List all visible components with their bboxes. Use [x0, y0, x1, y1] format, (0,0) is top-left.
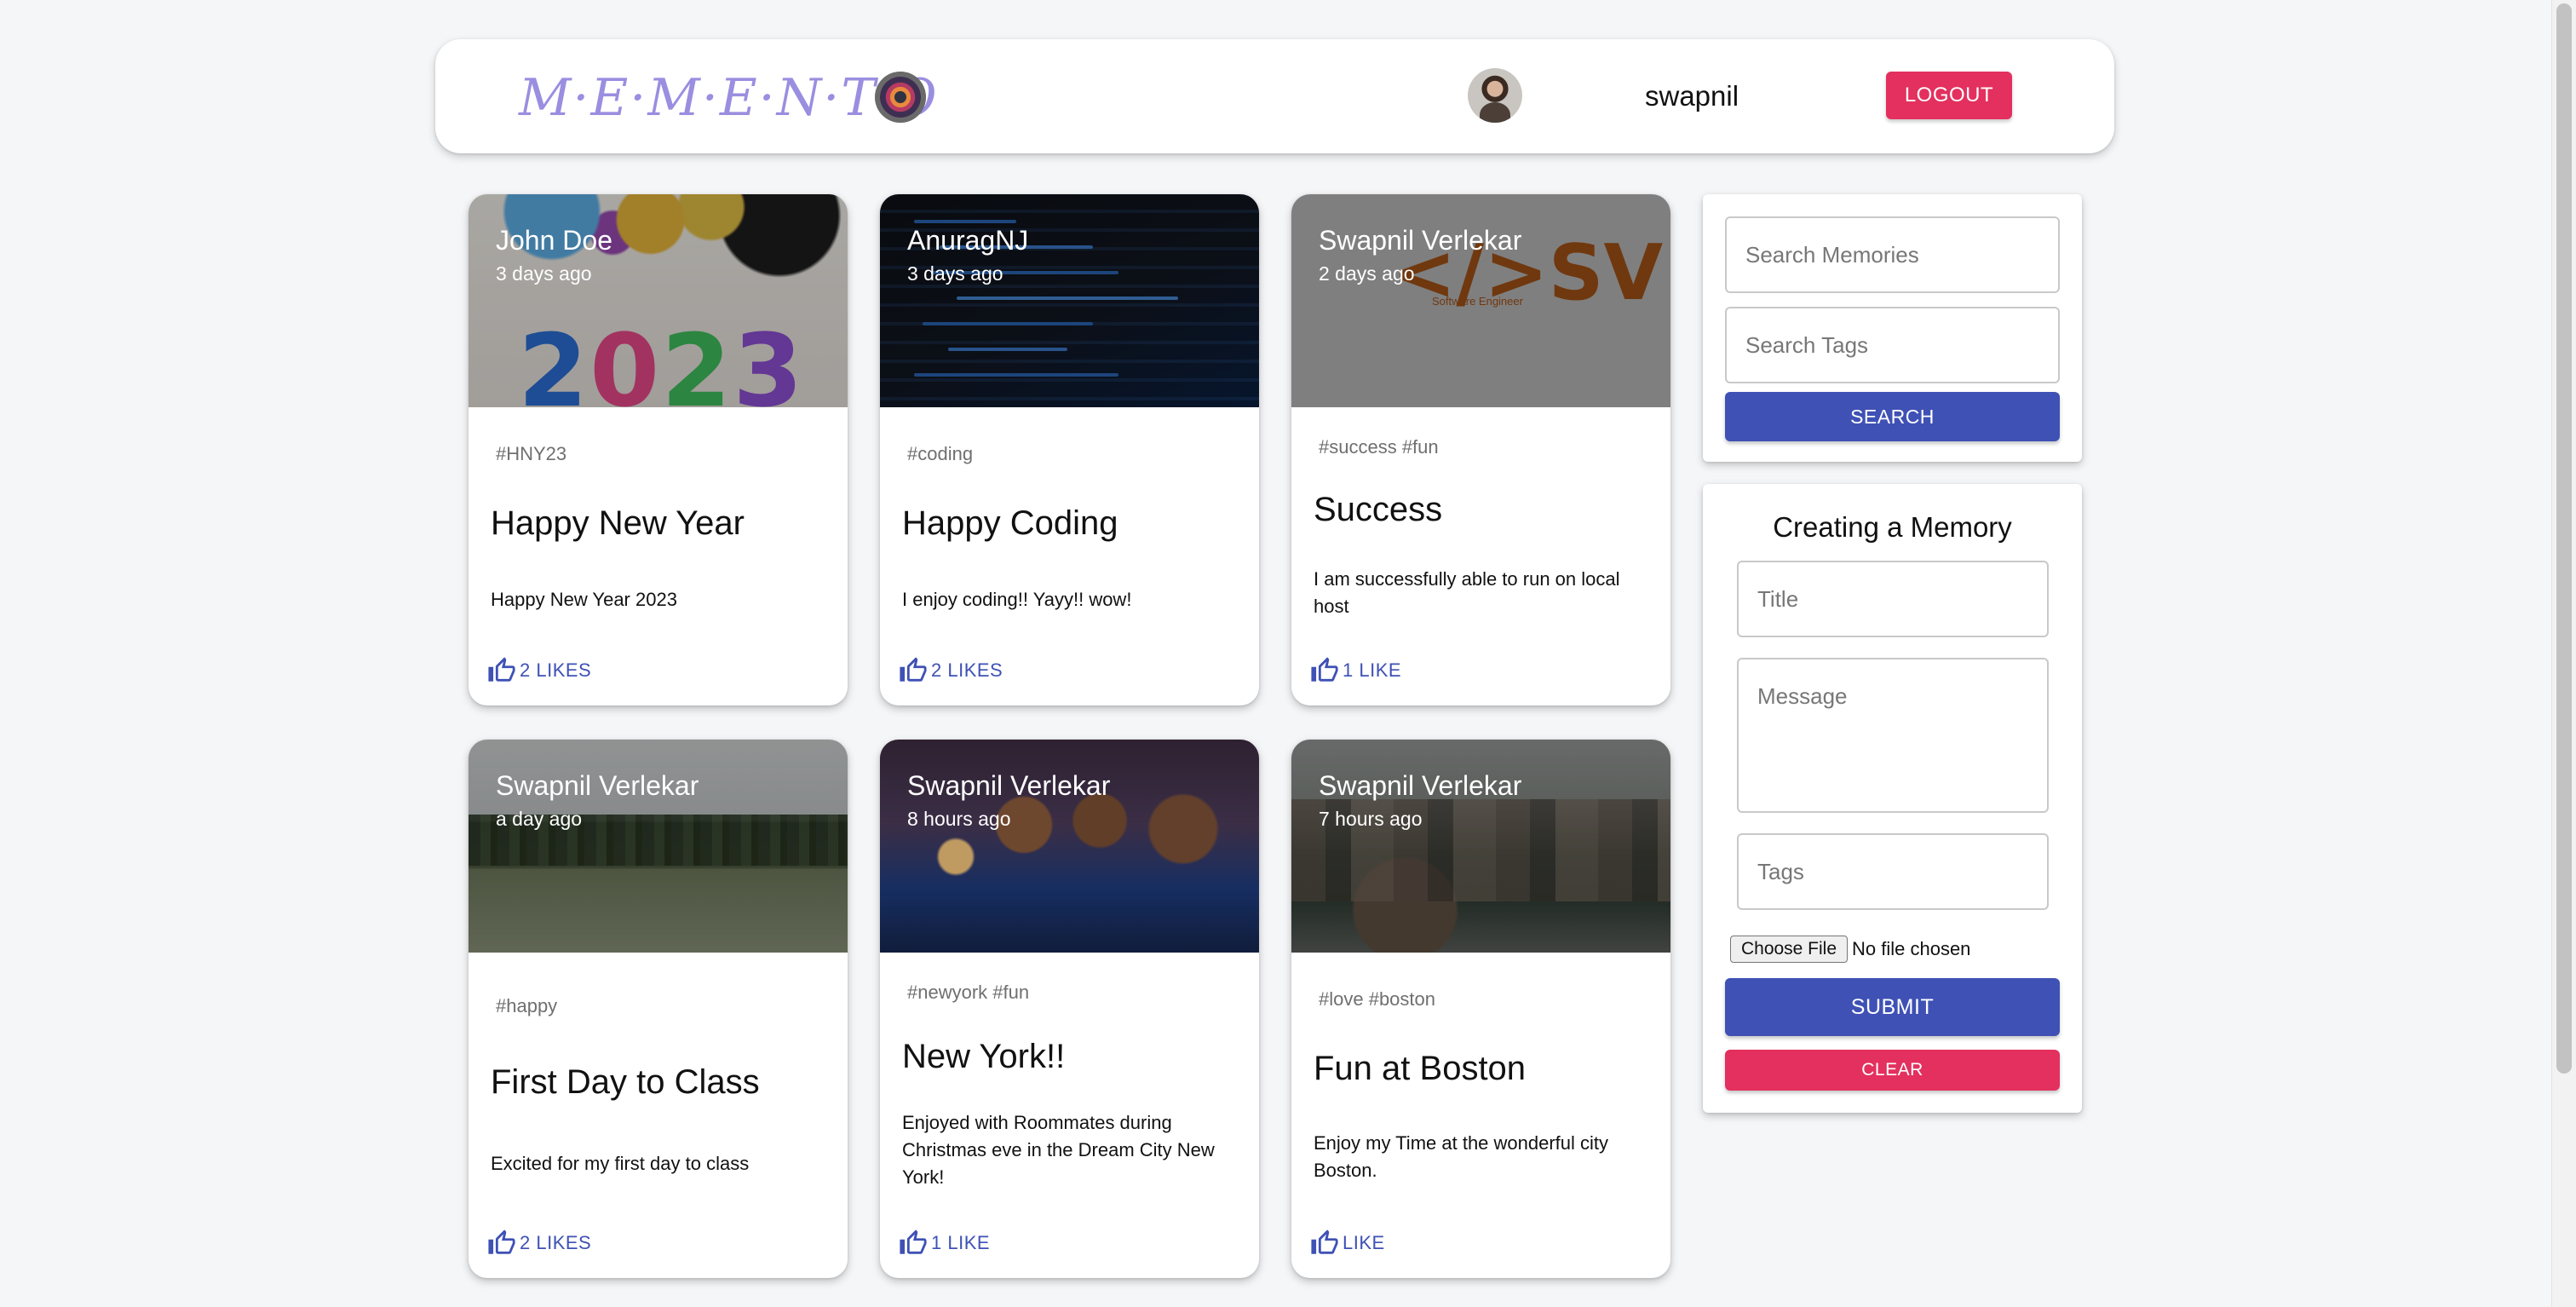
post-time: 3 days ago: [907, 262, 1003, 285]
post-tags: #newyork #fun: [907, 982, 1030, 1003]
tags-field[interactable]: Tags: [1737, 833, 2049, 910]
like-count: 1 LIKE: [931, 1232, 991, 1253]
post-tags: #love #boston: [1319, 988, 1435, 1010]
post-time: 7 hours ago: [1319, 808, 1423, 830]
post-title: New York!!: [902, 1038, 1066, 1075]
post-message: Excited for my first day to class: [491, 1153, 750, 1174]
post-card[interactable]: </>SV Software Engineer Swapnil Verlekar…: [1291, 194, 1670, 705]
post-title: Happy Coding: [902, 504, 1118, 542]
like-count: 2 LIKES: [520, 1232, 592, 1253]
like-count: LIKE: [1343, 1232, 1385, 1253]
like-button[interactable]: LIKE: [1310, 1229, 1385, 1258]
clear-button[interactable]: CLEAR: [1725, 1050, 2060, 1091]
username: swapnil: [1645, 80, 1739, 112]
title-field[interactable]: Title: [1737, 561, 2049, 637]
logout-button[interactable]: LOGOUT: [1886, 72, 2012, 119]
like-button[interactable]: 2 LIKES: [899, 656, 1003, 685]
message-field[interactable]: Message: [1737, 658, 2049, 813]
post-message: I enjoy coding!! Yayy!! wow!: [902, 589, 1132, 610]
post-time: 2 days ago: [1319, 262, 1415, 285]
form-heading: Creating a Memory: [1773, 511, 2012, 543]
post-author: AnuragNJ: [907, 225, 1029, 256]
like-button[interactable]: 1 LIKE: [899, 1229, 990, 1258]
post-author: Swapnil Verlekar: [907, 770, 1111, 801]
post-title: Happy New Year: [491, 504, 745, 542]
avatar[interactable]: [1468, 68, 1522, 123]
post-title: Success: [1314, 491, 1443, 528]
post-tags: #success #fun: [1319, 436, 1439, 458]
post-author: John Doe: [496, 225, 612, 256]
post-card[interactable]: AnuragNJ 3 days ago #coding Happy Coding…: [880, 194, 1259, 705]
post-card[interactable]: 2023 John Doe 3 days ago #HNY23 Happy Ne…: [469, 194, 848, 705]
post-message: Enjoy my Time at the wonderful city Bost…: [1314, 1132, 1609, 1181]
camera-lens-icon: [875, 72, 926, 123]
post-time: a day ago: [496, 808, 583, 830]
post-title: Fun at Boston: [1314, 1050, 1527, 1087]
post-author: Swapnil Verlekar: [1319, 225, 1522, 256]
search-button[interactable]: SEARCH: [1725, 392, 2060, 441]
thumb-up-icon: [900, 1229, 927, 1254]
thumb-up-icon: [488, 657, 515, 682]
thumb-up-icon: [1311, 1229, 1338, 1254]
thumb-up-icon: [488, 1229, 515, 1254]
like-button[interactable]: 2 LIKES: [487, 656, 591, 685]
search-panel: Search Memories Search Tags SEARCH: [1703, 194, 2082, 462]
like-count: 2 LIKES: [520, 659, 592, 681]
choose-file-button[interactable]: Choose File: [1730, 936, 1848, 963]
like-count: 1 LIKE: [1343, 659, 1402, 681]
post-title: First Day to Class: [491, 1063, 760, 1101]
search-tags-input[interactable]: Search Tags: [1725, 307, 2060, 383]
post-time: 8 hours ago: [907, 808, 1011, 830]
post-author: Swapnil Verlekar: [496, 770, 699, 801]
post-tags: #HNY23: [496, 443, 567, 464]
post-card[interactable]: Swapnil Verlekar 7 hours ago #love #bost…: [1291, 740, 1670, 1278]
post-card[interactable]: Swapnil Verlekar 8 hours ago #newyork #f…: [880, 740, 1259, 1278]
submit-button[interactable]: SUBMIT: [1725, 978, 2060, 1036]
thumb-up-icon: [1311, 657, 1338, 682]
like-button[interactable]: 2 LIKES: [487, 1229, 591, 1258]
create-memory-form: Creating a Memory Title Message Tags Cho…: [1703, 484, 2082, 1113]
post-message: Happy New Year 2023: [491, 589, 677, 610]
file-status: No file chosen: [1852, 938, 1971, 959]
scrollbar-thumb[interactable]: [2556, 3, 2572, 1074]
app-bar: M·E·M·E·N·T·O swapnil LOGOUT: [435, 39, 2114, 153]
post-tags: #happy: [496, 995, 558, 1016]
scrollbar[interactable]: [2551, 0, 2576, 1307]
post-tags: #coding: [907, 443, 974, 464]
post-message: I am successfully able to run on local h…: [1314, 568, 1620, 617]
post-author: Swapnil Verlekar: [1319, 770, 1522, 801]
post-message: Enjoyed with Roommates during Christmas …: [902, 1112, 1215, 1188]
like-button[interactable]: 1 LIKE: [1310, 656, 1401, 685]
like-count: 2 LIKES: [931, 659, 1003, 681]
post-time: 3 days ago: [496, 262, 592, 285]
thumb-up-icon: [900, 657, 927, 682]
search-memories-input[interactable]: Search Memories: [1725, 216, 2060, 293]
post-card[interactable]: Swapnil Verlekar a day ago #happy First …: [469, 740, 848, 1278]
